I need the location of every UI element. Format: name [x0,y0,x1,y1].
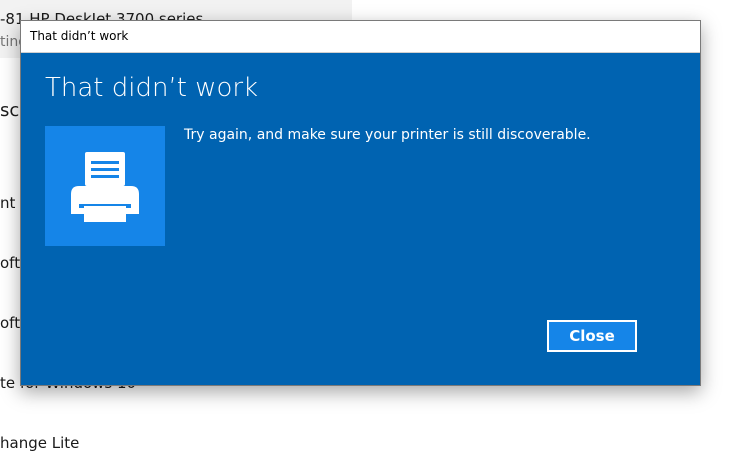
dialog-heading: That didn’t work [45,73,259,103]
printer-tile [45,126,165,246]
dialog-titlebar[interactable]: That didn’t work [21,21,700,53]
printer-icon [71,152,139,222]
list-item[interactable]: hange Lite [0,434,79,452]
window-title: That didn’t work [30,29,129,43]
error-dialog: That didn’t work That didn’t work Try ag… [20,20,701,386]
error-message: Try again, and make sure your printer is… [184,127,591,143]
close-button[interactable]: Close [547,320,637,352]
